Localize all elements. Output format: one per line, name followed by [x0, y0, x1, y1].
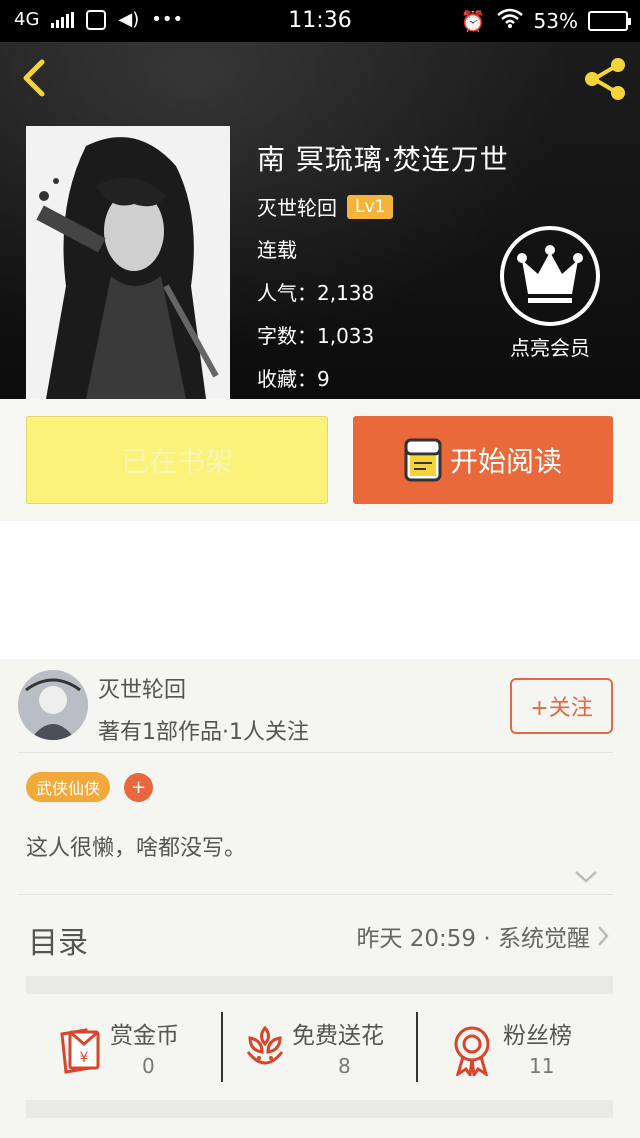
divider [18, 894, 613, 895]
toc-latest-chapter[interactable]: 昨天 20:59 · 系统觉醒 [356, 919, 610, 953]
book-status: 连载 [257, 238, 297, 262]
chevron-right-icon [598, 926, 609, 946]
start-reading-label: 开始阅读 [449, 445, 562, 478]
section-band [26, 976, 613, 994]
book-favorites: 收藏：9 [257, 367, 330, 391]
stat-separator [221, 1012, 223, 1082]
stat-value: 0 [142, 1054, 155, 1078]
add-tag-button[interactable]: + [124, 773, 153, 802]
status-right: ⏰ 53% [460, 8, 631, 33]
back-arrow-icon [23, 59, 45, 97]
battery-percent: 53% [533, 8, 578, 33]
expand-bio-button[interactable] [574, 866, 598, 886]
action-bar: 已在书架 开始阅读 [0, 399, 640, 521]
author-bio: 这人很懒，啥都没写。 [26, 836, 247, 861]
stat-label: 免费送花 [292, 1023, 384, 1049]
share-icon [585, 58, 625, 100]
book-author[interactable]: 灭世轮回 [257, 192, 337, 221]
in-bookshelf-button[interactable]: 已在书架 [26, 416, 328, 504]
author-name[interactable]: 灭世轮回 [98, 672, 186, 704]
red-envelope-icon: ¥ [60, 1028, 100, 1074]
toc-title[interactable]: 目录 [28, 918, 88, 962]
author-info: 著有1部作品·1人关注 [98, 720, 309, 745]
divider [18, 752, 613, 753]
book-word-count: 字数：1,033 [257, 324, 375, 348]
stat-value: 11 [529, 1054, 555, 1078]
stat-separator [416, 1012, 418, 1082]
stat-label: 赏金币 [110, 1023, 179, 1049]
book-icon [404, 438, 442, 482]
back-button[interactable] [14, 56, 54, 100]
chevron-down-icon [575, 871, 597, 883]
wifi-icon [496, 8, 524, 33]
latest-chapter-text: 昨天 20:59 · 系统觉醒 [356, 926, 590, 952]
genre-tag[interactable]: 武侠仙侠 [26, 772, 111, 802]
level-badge: Lv1 [347, 194, 394, 219]
book-header: 南 冥琉璃·焚连万世 灭世轮回 Lv1 连载 人气：2,138 字数：1,033… [0, 42, 640, 399]
stat-fan-ranking[interactable]: 粉丝榜 11 [445, 1010, 605, 1086]
in-bookshelf-label: 已在书架 [120, 445, 233, 478]
stat-label: 粉丝榜 [503, 1023, 572, 1049]
battery-icon [588, 10, 631, 31]
spacer [0, 521, 640, 659]
start-reading-button[interactable]: 开始阅读 [353, 416, 613, 504]
book-author-row: 灭世轮回 Lv1 [257, 192, 394, 221]
svg-text:¥: ¥ [80, 1050, 89, 1066]
book-popularity: 人气：2,138 [257, 281, 375, 305]
section-band [26, 1100, 613, 1118]
stat-reward-coins[interactable]: ¥ 赏金币 0 [50, 1010, 220, 1086]
flower-icon [246, 1025, 284, 1065]
alarm-icon: ⏰ [460, 8, 486, 33]
stat-value: 8 [338, 1054, 351, 1078]
stat-free-flowers[interactable]: 免费送花 8 [240, 1010, 415, 1086]
book-cover-image[interactable] [26, 126, 230, 399]
follow-button[interactable]: +关注 [510, 678, 613, 734]
status-bar: 4G ◀) ••• 11:36 ⏰ 53% [0, 0, 640, 42]
vip-label[interactable]: 点亮会员 [490, 332, 610, 361]
vip-button[interactable] [500, 226, 600, 326]
share-button[interactable] [580, 54, 630, 104]
book-title: 南 冥琉璃·焚连万世 [257, 143, 509, 176]
author-avatar[interactable] [18, 670, 88, 740]
crown-icon [517, 245, 583, 303]
medal-icon [454, 1026, 490, 1076]
